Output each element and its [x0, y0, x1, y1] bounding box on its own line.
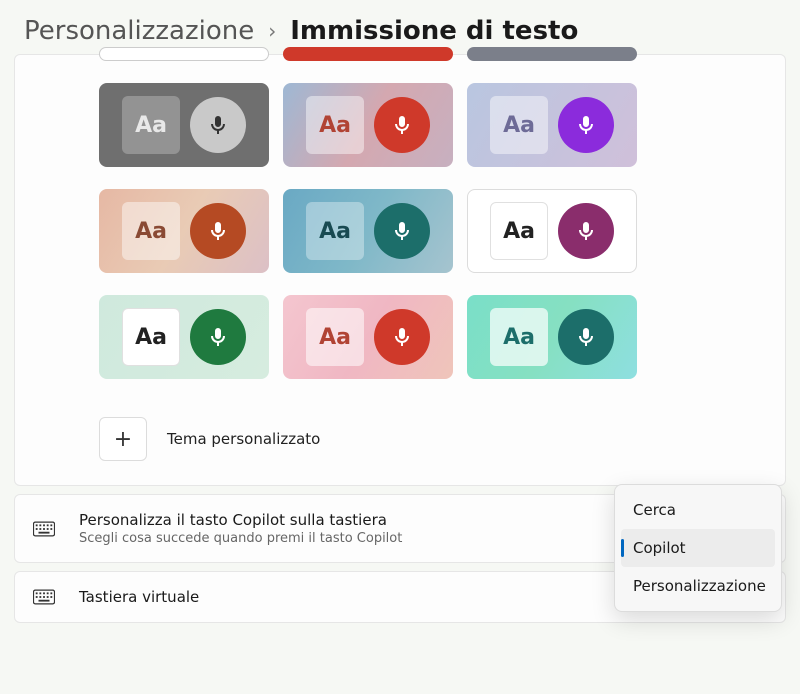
page-title: Immissione di testo [290, 16, 578, 46]
theme-panel: Aa Aa Aa Aa Aa Aa Aa Aa [14, 54, 786, 486]
microphone-icon [374, 309, 430, 365]
theme-earth[interactable]: Aa [99, 189, 269, 273]
theme-aa-preview: Aa [122, 308, 180, 366]
dropdown-item-personalization[interactable]: Personalizzazione [621, 567, 775, 605]
theme-lavender[interactable]: Aa [467, 83, 637, 167]
chevron-right-icon: › [268, 19, 276, 43]
plus-icon[interactable]: + [99, 417, 147, 461]
dropdown-item-copilot[interactable]: Copilot [621, 529, 775, 567]
theme-aa-preview: Aa [490, 202, 548, 260]
theme-dark[interactable]: Aa [99, 83, 269, 167]
theme-aa-preview: Aa [306, 202, 364, 260]
theme-aa-preview: Aa [490, 308, 548, 366]
keyboard-icon [33, 589, 55, 605]
theme-sunset[interactable]: Aa [283, 83, 453, 167]
dropdown-item-search[interactable]: Cerca [621, 491, 775, 529]
theme-partial-3[interactable] [467, 47, 637, 61]
theme-white-magenta[interactable]: Aa [467, 189, 637, 273]
theme-partial-2[interactable] [283, 47, 453, 61]
microphone-icon [190, 97, 246, 153]
theme-aa-preview: Aa [306, 308, 364, 366]
theme-aa-preview: Aa [306, 96, 364, 154]
microphone-icon [374, 97, 430, 153]
keyboard-icon [33, 521, 55, 537]
microphone-icon [558, 97, 614, 153]
microphone-icon [190, 309, 246, 365]
theme-grid: Aa Aa Aa Aa Aa Aa Aa Aa [15, 47, 785, 389]
theme-aa-preview: Aa [490, 96, 548, 154]
theme-ocean[interactable]: Aa [283, 189, 453, 273]
microphone-icon [558, 203, 614, 259]
microphone-icon [558, 309, 614, 365]
breadcrumb-parent[interactable]: Personalizzazione [24, 16, 254, 46]
theme-mint-green[interactable]: Aa [99, 295, 269, 379]
theme-partial-1[interactable] [99, 47, 269, 61]
custom-theme-label: Tema personalizzato [167, 430, 320, 448]
microphone-icon [374, 203, 430, 259]
custom-theme-row[interactable]: + Tema personalizzato [15, 389, 785, 461]
breadcrumb: Personalizzazione › Immissione di testo [0, 0, 800, 52]
microphone-icon [190, 203, 246, 259]
theme-pink-red[interactable]: Aa [283, 295, 453, 379]
theme-aa-preview: Aa [122, 202, 180, 260]
theme-teal[interactable]: Aa [467, 295, 637, 379]
theme-aa-preview: Aa [122, 96, 180, 154]
copilot-key-dropdown: Cerca Copilot Personalizzazione [614, 484, 782, 612]
